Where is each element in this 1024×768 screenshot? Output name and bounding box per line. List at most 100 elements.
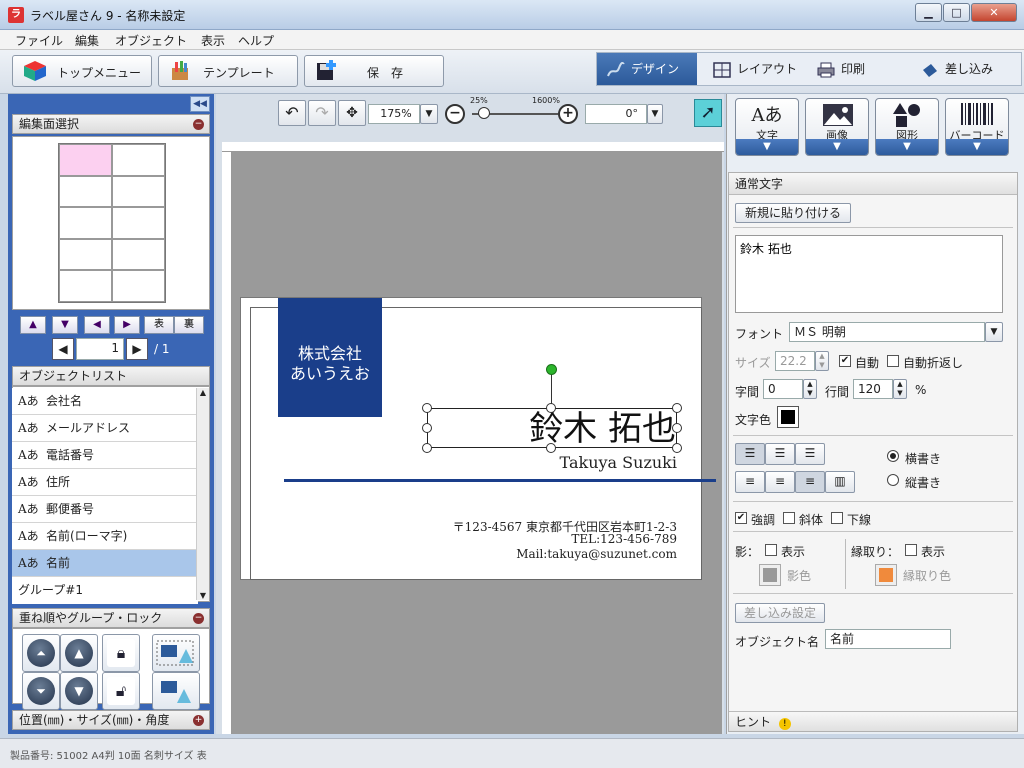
label-cell-selected[interactable] (59, 144, 112, 176)
collapse-icon[interactable]: − (193, 613, 204, 624)
unlock-button[interactable]: 🔓︎ (102, 672, 140, 710)
shadow-color-swatch[interactable] (759, 564, 781, 586)
outline-checkbox[interactable] (905, 544, 917, 556)
mail-object[interactable]: Mail:takuya@suzunet.com (380, 547, 677, 561)
label-cell[interactable] (112, 175, 165, 208)
zoom-out-button[interactable]: − (445, 104, 465, 124)
nav-down-button[interactable]: ▼ (52, 316, 78, 334)
resize-handle[interactable] (422, 443, 432, 453)
nav-up-button[interactable]: ▲ (20, 316, 46, 334)
text-content-input[interactable]: 鈴木 拓也 (735, 235, 1003, 313)
size-input[interactable]: 22.2 (775, 351, 815, 371)
menu-edit[interactable]: 編集 (75, 32, 99, 49)
list-item-selected[interactable]: Aあ 名前 (12, 550, 198, 577)
object-name-input[interactable]: 名前 (825, 629, 951, 649)
object-list-scrollbar[interactable]: ▲ ▼ (196, 388, 209, 600)
label-cell[interactable] (59, 175, 112, 208)
label-sheet-grid[interactable] (58, 143, 166, 303)
shadow-checkbox[interactable] (765, 544, 777, 556)
valign-bottom-button[interactable]: ☰ (795, 443, 825, 465)
scroll-down-icon[interactable]: ▼ (197, 591, 209, 600)
company-name-object[interactable]: 株式会社 あいうえお (278, 298, 382, 417)
insert-barcode-button[interactable]: バーコード ▼ (945, 98, 1009, 156)
divider-line[interactable] (284, 479, 716, 482)
tab-insert[interactable]: 差し込み (913, 53, 1021, 85)
size-stepper[interactable]: ▲ ▼ (815, 351, 829, 371)
list-item[interactable]: Aあ 会社名 (12, 388, 198, 415)
redo-button[interactable]: ↷ (308, 100, 336, 126)
name-object-selected[interactable]: 鈴木 拓也 (427, 408, 677, 449)
label-cell[interactable] (112, 144, 165, 176)
prev-page-button[interactable]: ◀ (52, 338, 74, 360)
line-spacing-input[interactable]: 120 (853, 379, 893, 399)
top-menu-button[interactable]: トップメニュー (12, 55, 152, 87)
romaji-name-object[interactable]: Takuya Suzuki (500, 453, 677, 472)
menu-help[interactable]: ヘルプ (238, 32, 274, 49)
list-item[interactable]: Aあ 住所 (12, 469, 198, 496)
insert-image-button[interactable]: 画像 ▼ (805, 98, 869, 156)
menu-file[interactable]: ファイル (15, 32, 63, 49)
scroll-up-icon[interactable]: ▲ (197, 388, 209, 397)
dropdown-arrow-icon[interactable]: ▼ (876, 139, 938, 155)
angle-dropdown[interactable]: ▼ (647, 104, 663, 124)
bring-forward-button[interactable]: ▲ (60, 634, 98, 672)
dropdown-arrow-icon[interactable]: ▼ (806, 139, 868, 155)
resize-handle[interactable] (672, 423, 682, 433)
resize-handle[interactable] (672, 443, 682, 453)
zoom-in-button[interactable]: + (558, 104, 578, 124)
char-spacing-stepper[interactable]: ▲ ▼ (803, 379, 817, 399)
zoom-dropdown[interactable]: ▼ (420, 104, 438, 124)
back-face-button[interactable]: 裏 (174, 316, 204, 334)
minimize-button[interactable]: ▁ (915, 3, 942, 22)
font-dropdown[interactable]: ▼ (985, 322, 1003, 342)
merge-setting-button[interactable]: 差し込み設定 (735, 603, 825, 623)
auto-wrap-checkbox[interactable] (887, 355, 899, 367)
collapse-panel-button[interactable]: ◀◀ (190, 96, 210, 112)
front-face-button[interactable]: 表 (144, 316, 174, 334)
group-button[interactable] (152, 634, 200, 672)
label-cell[interactable] (59, 238, 112, 271)
bring-to-front-button[interactable]: ⏶ (22, 634, 60, 672)
valign-middle-button[interactable]: ☰ (765, 443, 795, 465)
italic-checkbox[interactable] (783, 512, 795, 524)
zoom-slider-thumb[interactable] (478, 107, 490, 119)
nav-left-button[interactable]: ◀ (84, 316, 110, 334)
align-justify-button[interactable]: ▥ (825, 471, 855, 493)
next-page-button[interactable]: ▶ (126, 338, 148, 360)
tab-layout[interactable]: レイアウト (701, 53, 805, 85)
label-cell[interactable] (59, 207, 112, 239)
hint-bar[interactable]: ヒント ! (729, 711, 1017, 731)
insert-shape-button[interactable]: 図形 ▼ (875, 98, 939, 156)
angle-input[interactable]: 0° (585, 104, 647, 124)
auto-size-checkbox[interactable]: ✔ (839, 355, 851, 367)
tab-print[interactable]: 印刷 (809, 53, 909, 85)
tel-object[interactable]: TEL:123-456-789 (380, 532, 677, 546)
list-item[interactable]: Aあ 郵便番号 (12, 496, 198, 523)
valign-top-button[interactable]: ☰ (735, 443, 765, 465)
resize-handle[interactable] (546, 403, 556, 413)
send-backward-button[interactable]: ▼ (60, 672, 98, 710)
label-cell[interactable] (112, 207, 165, 239)
label-cell[interactable] (112, 270, 165, 302)
line-spacing-stepper[interactable]: ▲ ▼ (893, 379, 907, 399)
tab-design[interactable]: デザイン (597, 53, 697, 85)
align-left-button[interactable]: ≡ (735, 471, 765, 493)
underline-checkbox[interactable] (831, 512, 843, 524)
lock-button[interactable]: 🔒︎ (102, 634, 140, 672)
list-item[interactable]: Aあ 名前(ローマ字) (12, 523, 198, 550)
font-select[interactable]: ＭＳ 明朝 (789, 322, 985, 342)
maximize-button[interactable]: □ (943, 3, 970, 22)
close-button[interactable]: ✕ (971, 3, 1017, 22)
align-center-button[interactable]: ≡ (765, 471, 795, 493)
list-item-group[interactable]: グループ#1 (12, 577, 198, 604)
zoom-input[interactable]: 175% (368, 104, 420, 124)
page-number-input[interactable]: 1 (76, 338, 124, 360)
paste-new-button[interactable]: 新規に貼り付ける (735, 203, 851, 223)
align-right-button[interactable]: ≡ (795, 471, 825, 493)
dropdown-arrow-icon[interactable]: ▼ (946, 139, 1008, 155)
vertical-radio[interactable] (887, 474, 899, 486)
nav-right-button[interactable]: ▶ (114, 316, 140, 334)
resize-handle[interactable] (422, 403, 432, 413)
horizontal-radio[interactable] (887, 450, 899, 462)
list-item[interactable]: Aあ メールアドレス (12, 415, 198, 442)
